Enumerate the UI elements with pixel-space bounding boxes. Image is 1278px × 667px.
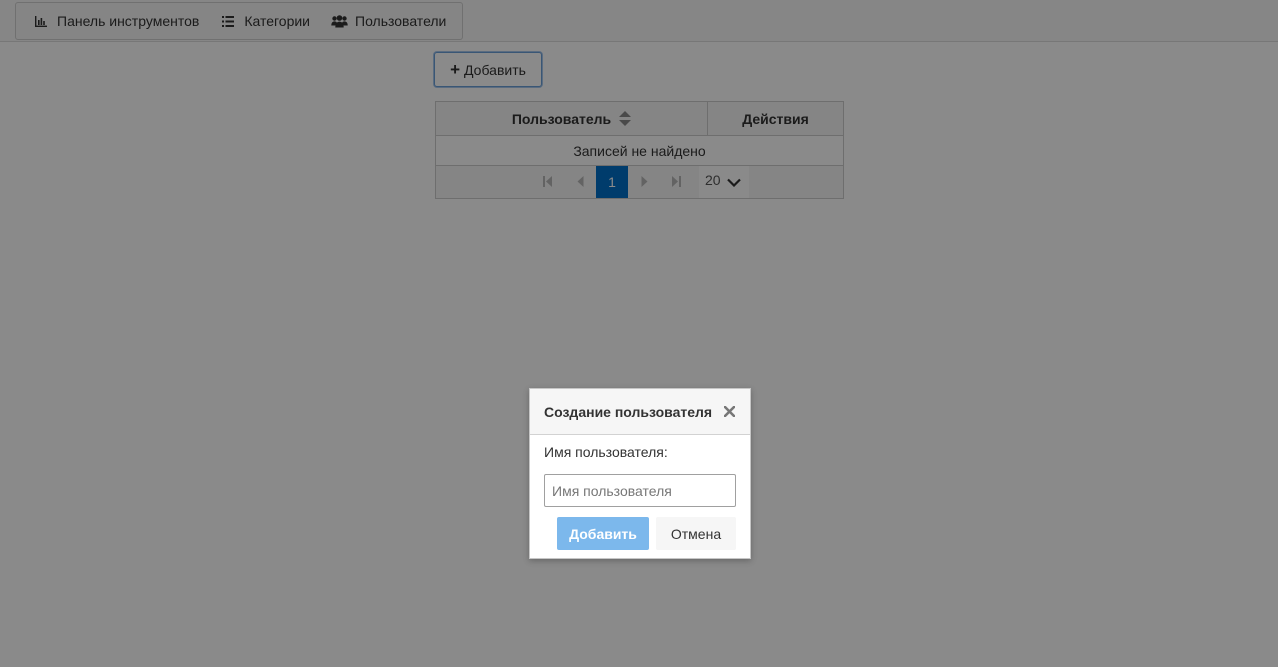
username-label: Имя пользователя: [544, 444, 668, 460]
dialog-body: Имя пользователя: [530, 435, 750, 507]
dialog-title: Создание пользователя [544, 403, 713, 420]
username-input[interactable] [544, 474, 736, 507]
create-user-dialog: Создание пользователя Имя пользователя: … [529, 388, 751, 559]
dialog-header: Создание пользователя [530, 389, 750, 435]
submit-button[interactable]: Добавить [557, 517, 649, 550]
modal-overlay[interactable] [0, 0, 1278, 667]
cancel-button[interactable]: Отмена [656, 517, 736, 550]
page: Панель инструментов Категории Пользовате… [0, 0, 1278, 667]
dialog-actions: Добавить Отмена [557, 517, 736, 550]
close-icon[interactable] [722, 404, 736, 418]
